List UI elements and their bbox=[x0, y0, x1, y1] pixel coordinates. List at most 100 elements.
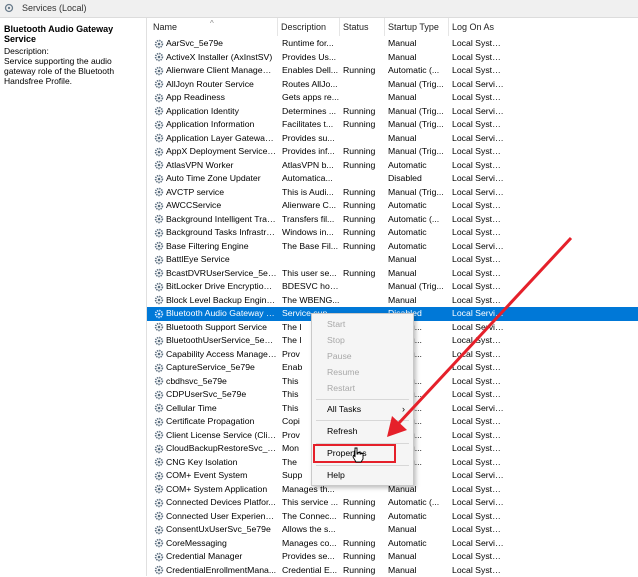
service-description: The Base Fil... bbox=[282, 240, 340, 254]
service-status: Running bbox=[343, 550, 387, 564]
service-name: Certificate Propagation bbox=[166, 415, 277, 429]
column-header-startup-type[interactable]: Startup Type bbox=[385, 18, 449, 36]
service-log-on-as: Local Service bbox=[452, 240, 504, 254]
service-log-on-as: Local Syste... bbox=[452, 334, 504, 348]
window-title: Services (Local) bbox=[22, 3, 87, 13]
service-log-on-as: Local Syste... bbox=[452, 91, 504, 105]
table-row[interactable]: AVCTP serviceThis is Audi...RunningManua… bbox=[147, 186, 638, 200]
gear-icon bbox=[154, 376, 164, 386]
service-log-on-as: Local Syste... bbox=[452, 145, 504, 159]
gear-icon bbox=[154, 511, 164, 521]
service-startup-type: Manual bbox=[388, 550, 448, 564]
gear-icon bbox=[154, 228, 164, 238]
gear-icon bbox=[154, 363, 164, 373]
table-row[interactable]: BitLocker Drive Encryption ...BDESVC hos… bbox=[147, 280, 638, 294]
menu-item-restart[interactable]: Restart bbox=[312, 381, 413, 396]
table-row[interactable]: CoreMessagingManages co...RunningAutomat… bbox=[147, 537, 638, 551]
gear-icon bbox=[154, 309, 164, 319]
table-row[interactable]: Credential ManagerProvides se...RunningM… bbox=[147, 550, 638, 564]
service-startup-type: Manual (Trig... bbox=[388, 118, 448, 132]
table-row[interactable]: ActiveX Installer (AxInstSV)Provides Us.… bbox=[147, 51, 638, 65]
service-startup-type: Manual (Trig... bbox=[388, 78, 448, 92]
menu-item-resume[interactable]: Resume bbox=[312, 365, 413, 380]
service-log-on-as: Local Syste... bbox=[452, 415, 504, 429]
table-row[interactable]: Block Level Backup Engine ...The WBENG..… bbox=[147, 294, 638, 308]
service-log-on-as: Local Syste... bbox=[452, 388, 504, 402]
gear-icon bbox=[154, 106, 164, 116]
service-name: Application Information bbox=[166, 118, 277, 132]
service-name: BitLocker Drive Encryption ... bbox=[166, 280, 277, 294]
gear-icon bbox=[154, 295, 164, 305]
table-row[interactable]: Connected Devices Platfor...This service… bbox=[147, 496, 638, 510]
table-row[interactable]: Application InformationFacilitates t...R… bbox=[147, 118, 638, 132]
service-log-on-as: Local Syste... bbox=[452, 429, 504, 443]
table-row[interactable]: ConsentUxUserSvc_5e79eAllows the s...Man… bbox=[147, 523, 638, 537]
column-header-log-on-as[interactable]: Log On As bbox=[449, 18, 509, 36]
table-row[interactable]: AtlasVPN WorkerAtlasVPN b...RunningAutom… bbox=[147, 159, 638, 173]
column-header-status[interactable]: Status bbox=[340, 18, 385, 36]
menu-item-stop[interactable]: Stop bbox=[312, 333, 413, 348]
table-row[interactable]: Connected User Experience...The Connec..… bbox=[147, 510, 638, 524]
table-row[interactable]: Alienware Client Manageme...Enables Dell… bbox=[147, 64, 638, 78]
gear-icon bbox=[154, 66, 164, 76]
table-row[interactable]: BcastDVRUserService_5e79eThis user se...… bbox=[147, 267, 638, 281]
column-header-description[interactable]: Description bbox=[278, 18, 340, 36]
table-row[interactable]: Application IdentityDetermines ...Runnin… bbox=[147, 105, 638, 119]
gear-icon bbox=[154, 147, 164, 157]
service-startup-type: Manual bbox=[388, 91, 448, 105]
table-row[interactable]: AarSvc_5e79eRuntime for...ManualLocal Sy… bbox=[147, 37, 638, 51]
service-log-on-as: Local Syste... bbox=[452, 564, 504, 577]
chevron-right-icon: › bbox=[402, 402, 405, 417]
table-row[interactable]: AWCCServiceAlienware C...RunningAutomati… bbox=[147, 199, 638, 213]
table-row[interactable]: Base Filtering EngineThe Base Fil...Runn… bbox=[147, 240, 638, 254]
service-status bbox=[343, 172, 387, 186]
menu-item-all-tasks[interactable]: All Tasks› bbox=[312, 402, 413, 417]
service-status: Running bbox=[343, 64, 387, 78]
gear-icon bbox=[154, 214, 164, 224]
service-name: CNG Key Isolation bbox=[166, 456, 277, 470]
menu-separator bbox=[316, 420, 409, 421]
table-row[interactable]: AppX Deployment Service (...Provides inf… bbox=[147, 145, 638, 159]
service-startup-type: Automatic bbox=[388, 226, 448, 240]
service-status: Running bbox=[343, 118, 387, 132]
service-name: Alienware Client Manageme... bbox=[166, 64, 277, 78]
gear-icon bbox=[154, 322, 164, 332]
table-row[interactable]: CredentialEnrollmentMana...Credential E.… bbox=[147, 564, 638, 577]
service-startup-type: Manual bbox=[388, 564, 448, 577]
service-startup-type: Manual (Trig... bbox=[388, 105, 448, 119]
service-log-on-as: Local Syste... bbox=[452, 118, 504, 132]
table-row[interactable]: App ReadinessGets apps re...ManualLocal … bbox=[147, 91, 638, 105]
menu-item-refresh[interactable]: Refresh bbox=[312, 424, 413, 439]
service-startup-type: Manual bbox=[388, 51, 448, 65]
table-row[interactable]: Background Intelligent Tran...Transfers … bbox=[147, 213, 638, 227]
gear-icon bbox=[154, 241, 164, 251]
service-status: Running bbox=[343, 226, 387, 240]
table-row[interactable]: BattlEye ServiceManualLocal Syste... bbox=[147, 253, 638, 267]
menu-item-start[interactable]: Start bbox=[312, 317, 413, 332]
services-list[interactable]: Name^ Description Status Startup Type Lo… bbox=[147, 18, 638, 576]
service-status bbox=[343, 37, 387, 51]
service-status: Running bbox=[343, 496, 387, 510]
column-header-name[interactable]: Name^ bbox=[150, 18, 278, 36]
service-log-on-as: Local Service bbox=[452, 537, 504, 551]
service-log-on-as: Local Syste... bbox=[452, 483, 504, 497]
table-row[interactable]: AllJoyn Router ServiceRoutes AllJo...Man… bbox=[147, 78, 638, 92]
table-row[interactable]: Background Tasks Infrastruc...Windows in… bbox=[147, 226, 638, 240]
menu-item-pause[interactable]: Pause bbox=[312, 349, 413, 364]
table-row[interactable]: Application Layer Gateway ...Provides su… bbox=[147, 132, 638, 146]
service-description: Transfers fil... bbox=[282, 213, 340, 227]
gear-icon bbox=[154, 525, 164, 535]
service-name: BattlEye Service bbox=[166, 253, 277, 267]
table-row[interactable]: Auto Time Zone UpdaterAutomatica...Disab… bbox=[147, 172, 638, 186]
menu-item-help[interactable]: Help bbox=[312, 468, 413, 483]
service-name: CredentialEnrollmentMana... bbox=[166, 564, 277, 577]
service-description: AtlasVPN b... bbox=[282, 159, 340, 173]
gear-icon bbox=[154, 160, 164, 170]
service-description: Allows the s... bbox=[282, 523, 340, 537]
service-name: cbdhsvc_5e79e bbox=[166, 375, 277, 389]
gear-icon bbox=[154, 349, 164, 359]
gear-icon bbox=[154, 201, 164, 211]
gear-icon bbox=[154, 133, 164, 143]
service-log-on-as: Local Syste... bbox=[452, 456, 504, 470]
service-log-on-as: Local Syste... bbox=[452, 226, 504, 240]
